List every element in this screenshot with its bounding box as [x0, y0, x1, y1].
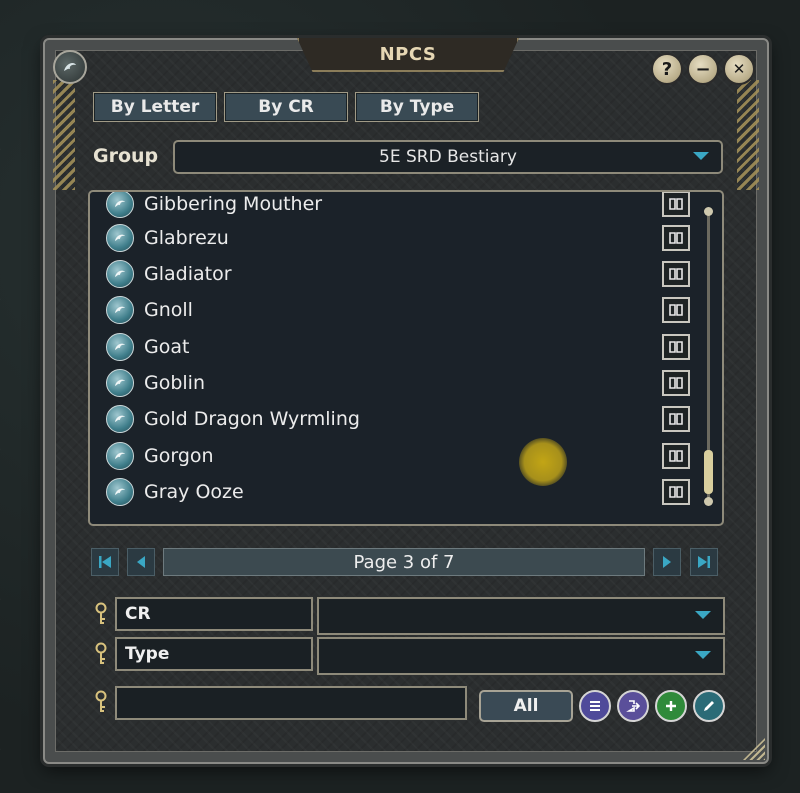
page-indicator: Page 3 of 7 [163, 548, 645, 576]
key-icon [93, 602, 109, 630]
list-item[interactable]: Glabrezu [90, 220, 692, 256]
list-icon [590, 701, 600, 711]
tab-label: By Type [379, 97, 455, 117]
scrollbar-thumb[interactable] [704, 450, 713, 494]
filter-label-text: CR [125, 604, 151, 624]
book-icon[interactable] [662, 261, 690, 287]
list-item[interactable]: Gladiator [90, 256, 692, 292]
window-logo-icon [53, 50, 87, 84]
all-label: All [513, 696, 539, 716]
list-item[interactable]: Gray Ooze [90, 474, 692, 510]
book-icon[interactable] [662, 334, 690, 360]
npc-dragon-icon[interactable] [106, 260, 134, 288]
pointer-highlight [519, 438, 567, 486]
edit-button[interactable] [693, 690, 725, 722]
list-item[interactable]: Gorgon [90, 438, 692, 474]
tab-by-cr[interactable]: By CR [224, 92, 348, 122]
book-icon[interactable] [662, 443, 690, 469]
npc-name: Gray Ooze [144, 481, 244, 503]
key-icon [93, 642, 109, 670]
list-item[interactable]: Gibbering Mouther [90, 192, 692, 222]
window-title-bar[interactable]: NPCS [297, 38, 519, 72]
minimize-button[interactable]: − [687, 53, 719, 85]
export-icon [626, 700, 640, 712]
last-page-icon [698, 556, 710, 568]
npc-dragon-icon[interactable] [106, 369, 134, 397]
book-icon[interactable] [662, 225, 690, 251]
first-page-button[interactable] [91, 548, 119, 576]
npc-dragon-icon[interactable] [106, 405, 134, 433]
chevron-right-icon [663, 556, 671, 568]
group-value: 5E SRD Bestiary [379, 147, 517, 167]
scrollbar-top-cap [704, 207, 713, 216]
npc-name: Gladiator [144, 263, 232, 285]
key-icon [93, 690, 109, 718]
npc-name: Gold Dragon Wyrmling [144, 408, 360, 430]
group-dropdown[interactable]: 5E SRD Bestiary [173, 140, 723, 174]
book-icon[interactable] [662, 192, 690, 217]
npc-dragon-icon[interactable] [106, 478, 134, 506]
add-button[interactable] [655, 690, 687, 722]
chevron-down-icon[interactable] [695, 611, 711, 619]
npc-name: Goblin [144, 372, 206, 394]
group-label: Group [93, 145, 159, 167]
npc-dragon-icon[interactable] [106, 224, 134, 252]
filter-cr-label: CR [115, 597, 313, 631]
pencil-icon [704, 701, 714, 711]
close-button[interactable]: ✕ [723, 53, 755, 85]
npc-name: Glabrezu [144, 227, 229, 249]
npc-name: Goat [144, 336, 190, 358]
npc-dragon-icon[interactable] [106, 442, 134, 470]
scrollbar-bottom-cap [704, 497, 713, 506]
book-icon[interactable] [662, 297, 690, 323]
export-button[interactable] [617, 690, 649, 722]
npc-name: Gnoll [144, 299, 193, 321]
npc-dragon-icon[interactable] [106, 296, 134, 324]
tab-label: By Letter [110, 97, 200, 117]
book-icon[interactable] [662, 406, 690, 432]
next-page-button[interactable] [653, 548, 681, 576]
filter-type-dropdown[interactable] [317, 637, 725, 675]
book-icon[interactable] [662, 370, 690, 396]
minimize-icon: − [695, 58, 711, 80]
tab-label: By CR [258, 97, 314, 117]
chevron-down-icon[interactable] [695, 651, 711, 659]
chevron-down-icon[interactable] [693, 152, 709, 160]
list-item[interactable]: Goblin [90, 365, 692, 401]
window-title: NPCS [379, 43, 437, 65]
frame-decoration-left [53, 80, 75, 190]
list-item[interactable]: Gold Dragon Wyrmling [90, 401, 692, 437]
previous-page-button[interactable] [127, 548, 155, 576]
help-icon: ? [661, 58, 673, 80]
npc-name: Gibbering Mouther [144, 193, 323, 215]
search-input[interactable] [115, 686, 467, 720]
last-page-button[interactable] [690, 548, 718, 576]
filter-cr-dropdown[interactable] [317, 597, 725, 635]
tab-by-letter[interactable]: By Letter [93, 92, 217, 122]
npc-name: Gorgon [144, 445, 214, 467]
npc-dragon-icon[interactable] [106, 192, 134, 218]
npcs-window: NPCS ? − ✕ By Letter By CR By Type Group… [43, 38, 769, 764]
frame-decoration-right [737, 80, 759, 190]
first-page-icon [99, 556, 111, 568]
list-item[interactable]: Gnoll [90, 292, 692, 328]
list-item[interactable]: Goat [90, 329, 692, 365]
page-label: Page 3 of 7 [353, 551, 455, 573]
filter-label-text: Type [125, 644, 170, 664]
filter-type-label: Type [115, 637, 313, 671]
help-button[interactable]: ? [651, 53, 683, 85]
tab-by-type[interactable]: By Type [355, 92, 479, 122]
chevron-left-icon [137, 556, 145, 568]
plus-icon [666, 701, 676, 711]
npc-dragon-icon[interactable] [106, 333, 134, 361]
all-button[interactable]: All [479, 690, 573, 722]
book-icon[interactable] [662, 479, 690, 505]
list-view-button[interactable] [579, 690, 611, 722]
close-icon: ✕ [732, 60, 746, 78]
npc-list[interactable]: Gibbering Mouther Glabrezu Gladiator Gno… [88, 190, 724, 526]
